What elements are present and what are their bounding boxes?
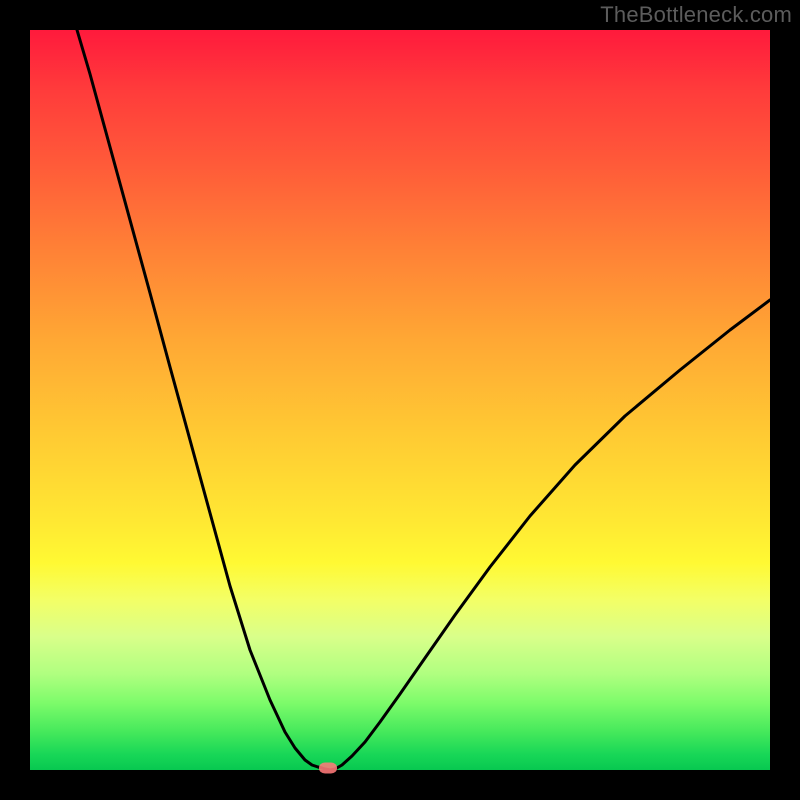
minimum-marker: [319, 763, 337, 774]
watermark-text: TheBottleneck.com: [600, 2, 792, 28]
bottleneck-curve: [77, 30, 770, 770]
plot-area: [30, 30, 770, 770]
curve-svg: [30, 30, 770, 770]
chart-container: TheBottleneck.com: [0, 0, 800, 800]
